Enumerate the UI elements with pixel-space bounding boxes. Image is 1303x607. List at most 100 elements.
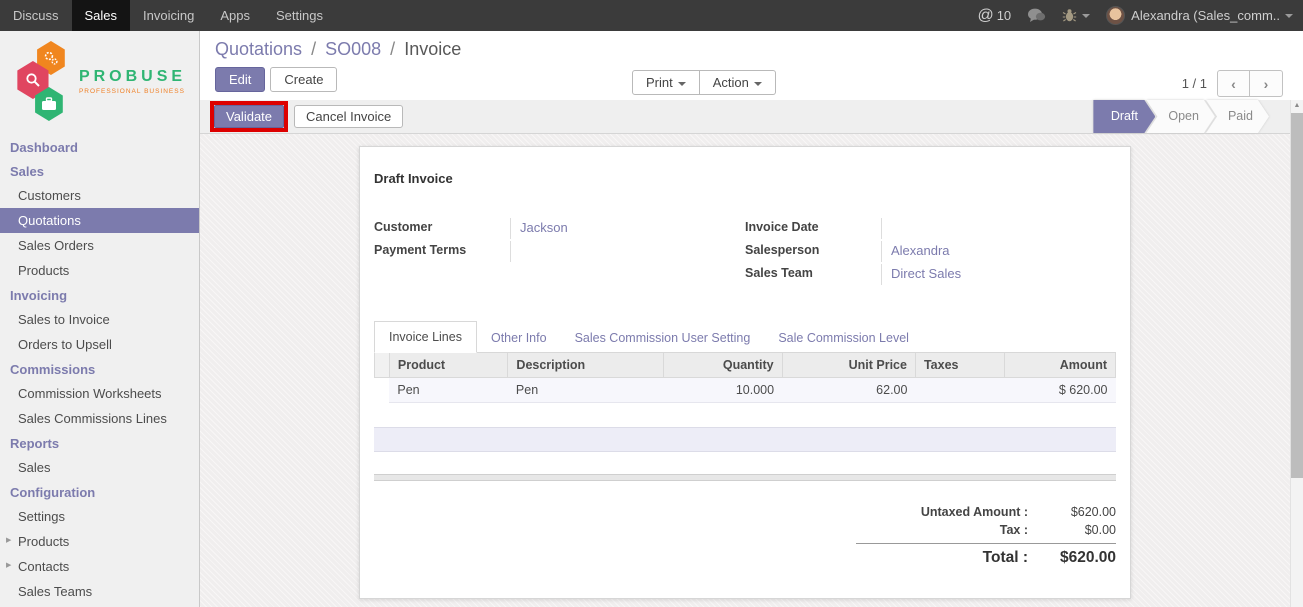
cell-product[interactable]: Pen xyxy=(389,378,508,403)
menu-invoicing[interactable]: Invoicing xyxy=(130,0,207,31)
user-menu[interactable]: Alexandra (Sales_comm.. xyxy=(1106,6,1293,25)
sidebar-item-config-contacts[interactable]: ▶Contacts xyxy=(0,554,199,579)
avatar xyxy=(1106,6,1125,25)
mention-count: 10 xyxy=(997,8,1011,23)
row-handle-column xyxy=(375,353,390,378)
scrollbar-up-arrow-icon[interactable]: ▲ xyxy=(1291,100,1303,112)
section-divider xyxy=(374,474,1116,481)
column-product[interactable]: Product xyxy=(389,353,508,378)
cell-description[interactable]: Pen xyxy=(508,378,664,403)
column-taxes[interactable]: Taxes xyxy=(915,353,1004,378)
sidebar-item-commission-worksheets[interactable]: Commission Worksheets xyxy=(0,381,199,406)
pager-next-button[interactable]: › xyxy=(1250,70,1283,97)
payment-terms-value[interactable] xyxy=(510,241,745,262)
sidebar-item-config-products[interactable]: ▶Products xyxy=(0,529,199,554)
breadcrumb: Quotations / SO008 / Invoice xyxy=(215,39,1303,60)
form-view-background: Draft Invoice Customer Jackson Payment T… xyxy=(200,134,1303,607)
sales-team-value[interactable]: Direct Sales xyxy=(881,264,1116,285)
breadcrumb-invoice: Invoice xyxy=(404,39,461,59)
validate-button[interactable]: Validate xyxy=(214,105,284,128)
logo-tagline: PROFESSIONAL BUSINESS xyxy=(79,88,186,95)
at-icon: @ xyxy=(977,7,993,25)
action-label: Action xyxy=(713,75,749,90)
vertical-scrollbar[interactable]: ▲ xyxy=(1290,100,1303,607)
total-value: $620.00 xyxy=(1028,549,1116,567)
cell-quantity[interactable]: 10.000 xyxy=(664,378,783,403)
breadcrumb-separator: / xyxy=(390,39,395,59)
column-unit-price[interactable]: Unit Price xyxy=(782,353,915,378)
customer-label: Customer xyxy=(374,218,510,234)
probuse-logo: PROBUSE PROFESSIONAL BUSINESS xyxy=(0,31,199,135)
sidebar-item-reports-sales[interactable]: Sales xyxy=(0,455,199,480)
scrollbar-thumb[interactable] xyxy=(1291,113,1303,478)
sidebar-item-settings[interactable]: Settings xyxy=(0,504,199,529)
tab-sale-commission-level[interactable]: Sale Commission Level xyxy=(764,323,923,353)
create-button[interactable]: Create xyxy=(270,67,337,92)
sidebar-heading-configuration[interactable]: Configuration xyxy=(0,480,199,504)
chevron-down-icon xyxy=(1082,14,1090,18)
menu-apps[interactable]: Apps xyxy=(207,0,263,31)
expand-arrow-icon[interactable]: ▶ xyxy=(6,536,11,544)
status-draft[interactable]: Draft xyxy=(1093,100,1155,133)
sidebar-item-customers[interactable]: Customers xyxy=(0,183,199,208)
untaxed-amount-value: $620.00 xyxy=(1028,505,1116,519)
edit-button[interactable]: Edit xyxy=(215,67,265,92)
customer-value[interactable]: Jackson xyxy=(510,218,745,239)
menu-settings[interactable]: Settings xyxy=(263,0,336,31)
invoice-sheet: Draft Invoice Customer Jackson Payment T… xyxy=(359,146,1131,599)
breadcrumb-quotations[interactable]: Quotations xyxy=(215,39,302,59)
sidebar-item-quotations[interactable]: Quotations xyxy=(0,208,199,233)
invoice-lines-table: Product Description Quantity Unit Price … xyxy=(374,353,1116,403)
breadcrumb-so008[interactable]: SO008 xyxy=(325,39,381,59)
menu-sales[interactable]: Sales xyxy=(72,0,131,31)
main-area: Quotations / SO008 / Invoice Edit Create… xyxy=(200,31,1303,607)
cell-taxes[interactable] xyxy=(915,378,1004,403)
salesperson-value[interactable]: Alexandra xyxy=(881,241,1116,262)
status-open[interactable]: Open xyxy=(1146,100,1215,133)
validate-highlight-box: Validate xyxy=(210,101,288,132)
sidebar-item-sales-teams[interactable]: Sales Teams xyxy=(0,579,199,604)
messages-icon[interactable] xyxy=(1027,8,1046,23)
action-dropdown-button[interactable]: Action xyxy=(700,70,776,95)
status-paid[interactable]: Paid xyxy=(1206,100,1269,133)
invoice-date-value[interactable] xyxy=(881,218,1116,239)
expand-arrow-icon[interactable]: ▶ xyxy=(6,561,11,569)
print-label: Print xyxy=(646,75,673,90)
total-label: Total : xyxy=(844,549,1028,567)
sidebar-heading-reports[interactable]: Reports xyxy=(0,431,199,455)
field-groups: Customer Jackson Payment Terms Invoice D… xyxy=(374,218,1116,287)
column-amount[interactable]: Amount xyxy=(1004,353,1115,378)
sidebar-item-sales-to-invoice[interactable]: Sales to Invoice xyxy=(0,307,199,332)
sidebar-heading-invoicing[interactable]: Invoicing xyxy=(0,283,199,307)
status-pipeline: Draft Open Paid xyxy=(1093,100,1269,133)
column-quantity[interactable]: Quantity xyxy=(664,353,783,378)
logo-text: PROBUSE PROFESSIONAL BUSINESS xyxy=(79,68,186,95)
cancel-invoice-button[interactable]: Cancel Invoice xyxy=(294,105,403,128)
column-description[interactable]: Description xyxy=(508,353,664,378)
tab-invoice-lines[interactable]: Invoice Lines xyxy=(374,321,477,353)
tab-other-info[interactable]: Other Info xyxy=(477,323,561,353)
breadcrumb-separator: / xyxy=(311,39,316,59)
top-navbar: Discuss Sales Invoicing Apps Settings @ … xyxy=(0,0,1303,31)
sidebar-item-orders-to-upsell[interactable]: Orders to Upsell xyxy=(0,332,199,357)
sidebar-item-products[interactable]: Products xyxy=(0,258,199,283)
menu-discuss[interactable]: Discuss xyxy=(0,0,72,31)
tab-sales-commission-user-setting[interactable]: Sales Commission User Setting xyxy=(561,323,765,353)
mentions-counter[interactable]: @ 10 xyxy=(977,7,1011,25)
logo-title: PROBUSE xyxy=(79,68,186,86)
form-statusbar: Validate Cancel Invoice Draft Open Paid xyxy=(200,100,1303,134)
sidebar-item-sales-orders[interactable]: Sales Orders xyxy=(0,233,199,258)
print-dropdown-button[interactable]: Print xyxy=(632,70,700,95)
sidebar-heading-sales[interactable]: Sales xyxy=(0,159,199,183)
pager-previous-button[interactable]: ‹ xyxy=(1217,70,1250,97)
cell-amount[interactable]: $ 620.00 xyxy=(1004,378,1115,403)
user-name: Alexandra (Sales_comm.. xyxy=(1131,8,1280,23)
sidebar-heading-dashboard[interactable]: Dashboard xyxy=(0,135,199,159)
debug-icon[interactable] xyxy=(1062,8,1090,23)
tax-value: $0.00 xyxy=(1028,523,1116,537)
sidebar-heading-commissions[interactable]: Commissions xyxy=(0,357,199,381)
totals-separator xyxy=(856,543,1116,544)
sidebar-item-sales-commissions-lines[interactable]: Sales Commissions Lines xyxy=(0,406,199,431)
cell-unit-price[interactable]: 62.00 xyxy=(782,378,915,403)
table-row[interactable]: Pen Pen 10.000 62.00 $ 620.00 xyxy=(375,378,1116,403)
